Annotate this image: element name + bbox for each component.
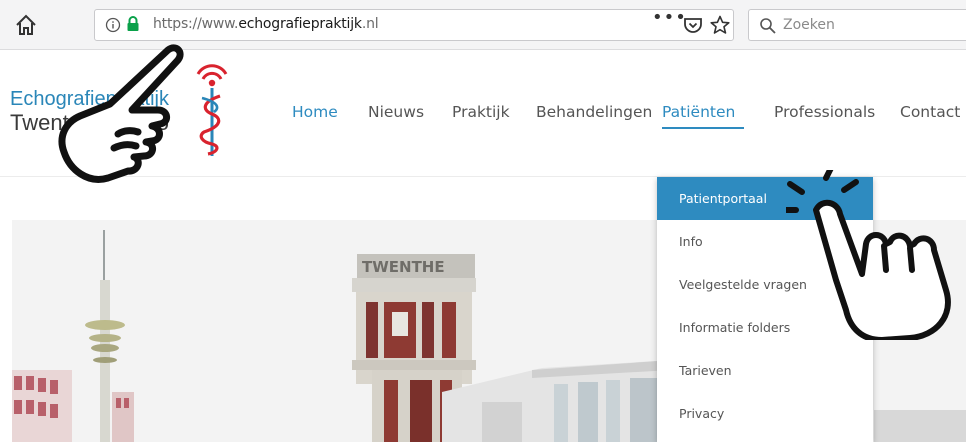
nav-contact[interactable]: Contact & <box>900 103 966 121</box>
info-icon[interactable] <box>105 17 121 33</box>
star-icon[interactable] <box>709 14 731 36</box>
url-domain: echografiepraktijk <box>238 16 362 32</box>
url-suffix: .nl <box>361 16 379 32</box>
nav-nieuws[interactable]: Nieuws <box>368 103 424 121</box>
menu-item-privacy[interactable]: Privacy <box>657 392 873 435</box>
url-text[interactable]: https://www.echografiepraktijk.nl <box>153 16 379 32</box>
nav-behandelingen[interactable]: Behandelingen <box>536 103 652 121</box>
lock-icon[interactable] <box>126 15 140 33</box>
search-placeholder: Zoeken <box>783 17 835 33</box>
search-icon <box>760 18 776 34</box>
menu-item-tarieven[interactable]: Tarieven <box>657 349 873 392</box>
address-bar[interactable]: https://www.echografiepraktijk.nl <box>94 9 734 41</box>
search-bar[interactable]: Zoeken <box>748 9 966 41</box>
url-prefix: https://www. <box>153 16 239 32</box>
nav-home[interactable]: Home <box>292 103 338 121</box>
nav-praktijk[interactable]: Praktijk <box>452 103 510 121</box>
home-icon[interactable] <box>14 13 38 37</box>
nav-active-underline <box>662 127 744 129</box>
tower-sign: TWENTHE <box>362 258 445 276</box>
nav-professionals[interactable]: Professionals <box>774 103 875 121</box>
pocket-icon[interactable] <box>682 14 704 36</box>
pointing-hand-icon <box>58 44 184 183</box>
pointing-hand-icon <box>786 170 951 340</box>
nav-patienten[interactable]: Patiënten <box>662 103 735 121</box>
